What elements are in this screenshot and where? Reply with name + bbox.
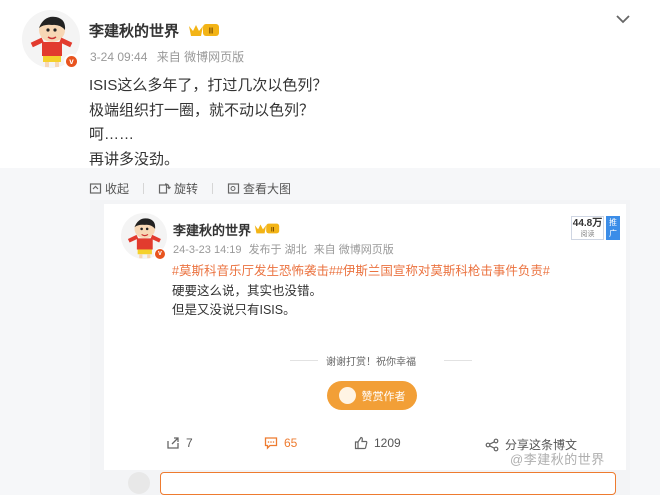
divider [143,183,145,194]
views-label: 阅读 [580,231,595,238]
comment-input[interactable] [160,472,616,495]
post-line: 硬要这么说，其实也没错。 [172,283,323,298]
verified-badge-icon: v [154,248,166,260]
repost-count: 7 [186,436,193,450]
original-post-location: 发布于 湖北 [248,244,307,256]
hashtag-links[interactable]: #莫斯科音乐厅发生恐怖袭击##伊斯兰国宣称对莫斯科枪击事件负责# [172,262,550,282]
level-badge-icon: II [189,24,219,36]
thanks-text: 谢谢打赏！祝你幸福 [326,357,416,368]
rotate-button[interactable]: 旋转 [158,180,198,197]
original-post-text: #莫斯科音乐厅发生恐怖袭击##伊斯兰国宣称对莫斯科枪击事件负责# 硬要这么说，其… [172,262,550,321]
post-meta: 3-24 09:44 来自 微博网页版 [90,48,250,65]
view-large-image-label: 查看大图 [243,182,292,196]
watermark: @李建秋的世界 [510,452,605,467]
comment-icon [264,437,278,450]
original-post-time[interactable]: 24-3-23 14:19 [173,244,242,256]
thumbs-up-icon [354,436,368,450]
post-text: ISIS这么多年了，打过几次以色列？ 极端组织打一圈，就不动以色列？ 呵…… 再… [89,74,327,172]
post-line: 但是又没说只有ISIS。 [172,303,296,317]
comment-count: 65 [284,436,298,450]
views-badge: 44.8万 阅读 [571,216,604,240]
level-badge-text: II [209,27,213,36]
divider [212,183,214,194]
commenter-avatar [128,472,150,494]
post-time[interactable]: 3-24 09:44 [90,50,147,64]
rotate-label: 旋转 [174,182,199,196]
repost-icon [167,437,179,449]
author-name[interactable]: 李建秋的世界 [89,20,179,41]
promote-button[interactable]: 推广 [606,216,620,240]
chevron-down-icon[interactable] [614,12,632,26]
divider [444,360,472,361]
comment-button[interactable]: 65 [264,436,297,450]
level-badge-text: II [271,226,275,233]
like-count: 1209 [374,436,401,450]
share-icon [485,438,499,451]
level-badge-icon: II [254,223,280,234]
image-action-bar: 收起 旋转 查看大图 [89,180,291,197]
view-large-image-button[interactable]: 查看大图 [227,180,291,197]
collapse-icon [89,183,102,194]
weibo-post-page: v 李建秋的世界 II 3-24 09:44 来自 微博网页版 ISIS这么多年… [0,0,660,495]
magnifier-icon [227,183,240,194]
original-post-meta: 24-3-23 14:19 发布于 湖北 来自 微博网页版 [173,241,398,257]
reward-label: 赞赏作者 [361,390,406,403]
original-post-source: 来自 微博网页版 [313,244,394,256]
divider [290,360,318,361]
reward-author-button[interactable]: 赞赏作者 [327,381,417,410]
reward-avatar-icon [338,387,356,404]
verified-badge-icon: v [64,54,79,69]
post-line: 极端组织打一圈，就不动以色列？ [89,101,315,119]
like-button[interactable]: 1209 [354,436,401,450]
post-line: 呵…… [89,126,135,143]
collapse-label: 收起 [105,182,130,196]
post-line: ISIS这么多年了，打过几次以色列？ [89,77,328,94]
reward-thanks: 谢谢打赏！祝你幸福 [286,352,476,368]
rotate-icon [158,183,171,194]
repost-button[interactable]: 7 [166,436,193,450]
views-number: 44.8万 [572,218,603,229]
collapse-button[interactable]: 收起 [89,180,129,197]
post-source: 来自 微博网页版 [156,50,245,64]
post-line: 再讲多没劲。 [89,150,180,168]
original-author-name[interactable]: 李建秋的世界 [173,220,251,239]
